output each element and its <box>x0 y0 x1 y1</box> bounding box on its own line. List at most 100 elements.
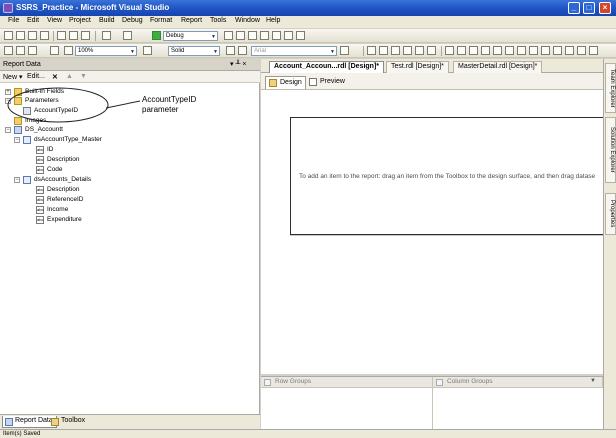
field-icon: abc <box>36 186 44 194</box>
preview-icon <box>309 78 317 86</box>
tab-toolbox[interactable]: Toolbox <box>49 416 88 428</box>
paste-icon[interactable] <box>81 31 90 40</box>
border-all-icon[interactable] <box>238 46 247 55</box>
tree-dataset-accounts-details[interactable]: − dsAccounts_Details <box>14 176 214 185</box>
border-width-icon[interactable] <box>226 46 235 55</box>
tab-team-explorer[interactable]: Team Explorer <box>605 63 616 113</box>
tab-design[interactable]: Design <box>265 76 306 89</box>
menu-file[interactable]: File <box>8 17 19 24</box>
border-color-icon[interactable] <box>143 46 152 55</box>
body-bottom-line <box>290 235 603 236</box>
save-icon[interactable] <box>28 31 37 40</box>
menu-debug[interactable]: Debug <box>122 17 143 24</box>
callout-line1: AccountTypeID <box>142 95 197 104</box>
command-window-icon[interactable] <box>296 31 305 40</box>
make-same-size-icon[interactable] <box>469 46 478 55</box>
menu-help[interactable]: Help <box>266 17 280 24</box>
solution-configuration-combo[interactable]: Debug ▼ <box>163 31 218 41</box>
align-top-icon[interactable] <box>403 46 412 55</box>
cut-icon[interactable] <box>57 31 66 40</box>
copy-icon[interactable] <box>69 31 78 40</box>
center-horizontally-icon[interactable] <box>529 46 538 55</box>
callout-label: AccountTypeID parameter <box>142 95 196 115</box>
report-data-icon <box>5 418 13 426</box>
align-middle-icon[interactable] <box>415 46 424 55</box>
solution-explorer-icon[interactable] <box>236 31 245 40</box>
menu-project[interactable]: Project <box>69 17 91 24</box>
field-icon: abc <box>36 156 44 164</box>
tab-test-rdl[interactable]: Test.rdl [Design]* <box>386 61 449 73</box>
toolbar-options-icon[interactable] <box>589 46 598 55</box>
grouping-icon[interactable] <box>28 46 37 55</box>
font-combo[interactable]: Arial ▼ <box>251 46 337 56</box>
status-bar: Item(s) Saved <box>0 429 616 438</box>
start-debug-icon[interactable] <box>152 31 161 40</box>
row-groups-area[interactable] <box>261 388 433 430</box>
make-same-height-icon[interactable] <box>457 46 466 55</box>
new-project-icon[interactable] <box>4 31 13 40</box>
font-size-icon[interactable] <box>340 46 349 55</box>
tab-properties[interactable]: Properties <box>605 193 616 235</box>
tree-field[interactable]: abc Description <box>27 186 227 195</box>
menu-bar: File Edit View Project Build Debug Forma… <box>0 16 616 28</box>
menu-report[interactable]: Report <box>181 17 202 24</box>
toolbox-icon <box>51 418 59 426</box>
size-to-grid-icon[interactable] <box>565 46 574 55</box>
center-vertically-icon[interactable] <box>541 46 550 55</box>
undo-icon[interactable] <box>102 31 111 40</box>
report-properties-icon[interactable] <box>4 46 13 55</box>
tab-solution-explorer[interactable]: Solution Explorer <box>605 117 616 183</box>
bring-to-front-icon[interactable] <box>505 46 514 55</box>
tree-field[interactable]: abc Code <box>27 166 227 175</box>
tree-field[interactable]: abc Expenditure <box>27 216 227 225</box>
zoom-icon[interactable] <box>64 46 73 55</box>
zoom-combo[interactable]: 100% ▼ <box>75 46 137 56</box>
tab-preview[interactable]: Preview <box>306 76 348 89</box>
tab-account-accoun-rdl[interactable]: Account_Accoun...rdl [Design]* <box>269 61 385 73</box>
properties-icon[interactable] <box>248 31 257 40</box>
window-title: SSRS_Practice - Microsoft Visual Studio <box>16 3 170 12</box>
vertical-spacing-icon[interactable] <box>493 46 502 55</box>
add-item-icon[interactable] <box>16 31 25 40</box>
lock-controls-icon[interactable] <box>577 46 586 55</box>
align-center-icon[interactable] <box>379 46 388 55</box>
save-all-icon[interactable] <box>40 31 49 40</box>
tree-field[interactable]: abc Description <box>27 156 227 165</box>
tree-label: Description <box>47 156 80 163</box>
make-same-width-icon[interactable] <box>445 46 454 55</box>
tree-label: Income <box>47 206 69 213</box>
tree-field[interactable]: abc ReferenceID <box>27 196 227 205</box>
dataset-icon <box>23 176 31 184</box>
border-style-combo[interactable]: Solid ▼ <box>168 46 220 56</box>
redo-icon[interactable] <box>123 31 132 40</box>
start-page-icon[interactable] <box>284 31 293 40</box>
column-groups-area[interactable] <box>433 388 603 430</box>
ruler-icon[interactable] <box>16 46 25 55</box>
menu-window[interactable]: Window <box>235 17 260 24</box>
menu-tools[interactable]: Tools <box>210 17 226 24</box>
align-right-icon[interactable] <box>391 46 400 55</box>
menu-edit[interactable]: Edit <box>27 17 39 24</box>
horizontal-spacing-icon[interactable] <box>481 46 490 55</box>
tree-label: ID <box>47 146 54 153</box>
menu-view[interactable]: View <box>47 17 62 24</box>
menu-format[interactable]: Format <box>150 17 172 24</box>
align-grid-icon[interactable] <box>553 46 562 55</box>
report-body[interactable]: To add an item to the report: drag an it… <box>290 117 603 235</box>
send-to-back-icon[interactable] <box>517 46 526 55</box>
menu-build[interactable]: Build <box>99 17 115 24</box>
align-left-icon[interactable] <box>367 46 376 55</box>
grouping-dropdown-icon[interactable]: ▼ <box>590 378 596 384</box>
collapse-icon[interactable]: − <box>14 177 20 183</box>
close-button[interactable]: × <box>599 2 611 14</box>
find-icon[interactable] <box>224 31 233 40</box>
minimize-button[interactable]: _ <box>568 2 580 14</box>
toolbox-icon[interactable] <box>260 31 269 40</box>
maximize-button[interactable]: □ <box>583 2 595 14</box>
object-browser-icon[interactable] <box>272 31 281 40</box>
report-data-icon[interactable] <box>50 46 59 55</box>
tree-field[interactable]: abc Income <box>27 206 227 215</box>
tab-masterdetail-rdl[interactable]: MasterDetail.rdl [Design]* <box>453 61 543 73</box>
align-bottom-icon[interactable] <box>427 46 436 55</box>
tree-field[interactable]: abc ID <box>27 146 227 155</box>
